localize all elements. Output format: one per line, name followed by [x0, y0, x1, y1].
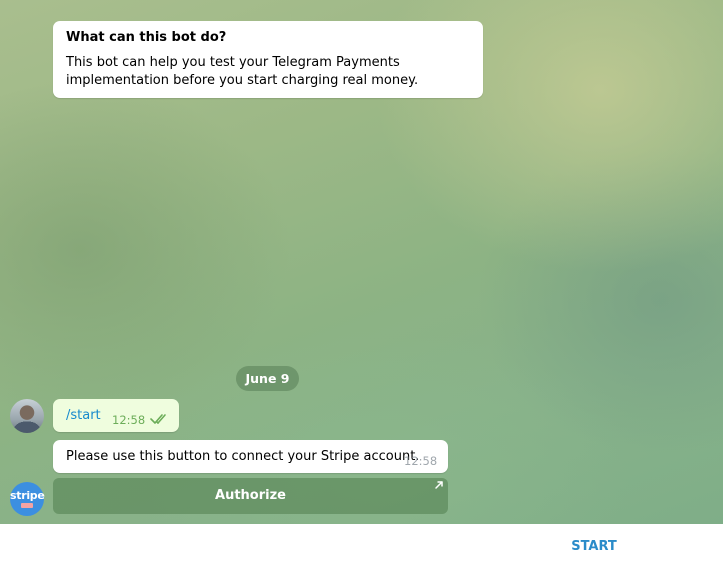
message-time: 12:58: [404, 454, 438, 468]
intro-description: This bot can help you test your Telegram…: [66, 55, 419, 88]
bottom-bar: START: [0, 524, 723, 568]
start-button[interactable]: START: [561, 537, 627, 557]
incoming-message[interactable]: Please use this button to connect your S…: [53, 440, 448, 473]
bot-intro-card: What can this bot do? This bot can help …: [53, 21, 483, 98]
authorize-button-label: Authorize: [215, 488, 286, 503]
start-command-link[interactable]: /start: [66, 408, 101, 423]
date-separator: June 9: [236, 366, 299, 391]
double-check-icon: [150, 414, 166, 424]
message-text: Please use this button to connect your S…: [66, 449, 420, 464]
authorize-button[interactable]: Authorize: [53, 478, 448, 514]
user-avatar[interactable]: [10, 399, 44, 433]
outgoing-message[interactable]: /start 12:58: [53, 399, 179, 432]
external-link-arrow-icon: [435, 481, 443, 489]
intro-title: What can this bot do?: [66, 30, 227, 45]
stripe-badge: [21, 503, 33, 508]
chat-area: What can this bot do? This bot can help …: [0, 0, 723, 524]
stripe-bot-avatar[interactable]: stripe: [10, 482, 45, 516]
stripe-logo-text: stripe: [10, 489, 45, 502]
message-time: 12:58: [112, 413, 146, 427]
